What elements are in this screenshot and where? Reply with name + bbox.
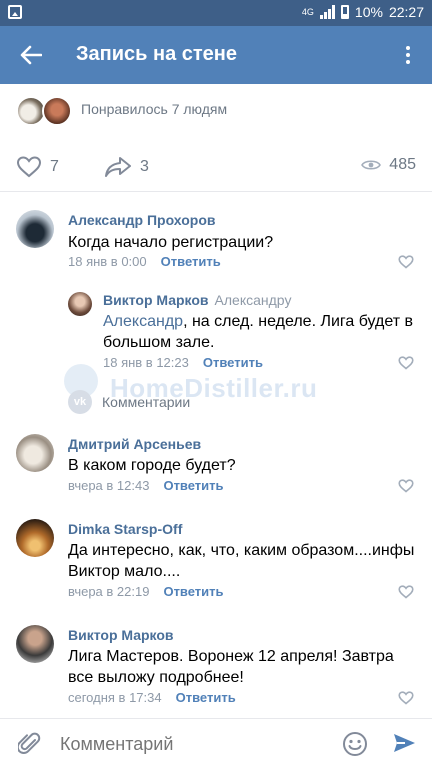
menu-dot-icon [406,53,410,57]
reply-button[interactable]: Ответить [163,584,223,599]
liked-by-text: Понравилось 7 людям [81,101,228,117]
comment: Александр Прохоров Когда начало регистра… [0,204,432,280]
reply-button[interactable]: Ответить [161,254,221,269]
commenter-name[interactable]: Александр Прохоров [68,212,215,228]
comment-meta: 18 янв в 12:23 Ответить [103,355,263,370]
status-bar: 4G 10% 22:27 [0,0,432,26]
commenter-name[interactable]: Дмитрий Арсеньев [68,436,201,452]
liked-by-row[interactable]: Понравилось 7 людям [0,84,432,136]
app-bar: Запись на стене [0,26,432,84]
more-menu-button[interactable] [398,42,418,68]
comment-like-icon[interactable] [398,479,414,493]
attach-button[interactable] [16,731,42,762]
battery-icon [340,5,349,19]
comment-text: Александр, на след. неделе. Лига будет в… [103,311,413,353]
reply-to-label[interactable]: Александру [215,292,292,308]
battery-percent: 10% [354,4,383,20]
more-comments-link[interactable]: vk Комментарии [68,390,190,414]
commenter-avatar[interactable] [68,292,92,316]
comment-like-icon[interactable] [398,691,414,705]
comment-text: Лига Мастеров. Воронеж 12 апреля! Завтра… [68,648,394,686]
post-actions: 7 3 485 [0,144,432,192]
comment-input[interactable] [60,731,340,757]
more-comments-label: Комментарии [102,394,191,410]
comment-like-icon[interactable] [398,255,414,269]
menu-dot-icon [406,60,410,64]
status-bar-right: 4G 10% 22:27 [302,4,424,20]
comment-like-icon[interactable] [398,356,414,370]
comment-meta: сегодня в 17:34 Ответить [68,690,236,705]
commenter-avatar[interactable] [16,519,54,557]
comment-time: 18 янв в 0:00 [68,254,147,269]
commenter-name[interactable]: Dimka Starsp-Off [68,521,182,537]
comment-meta: 18 янв в 0:00 Ответить [68,254,221,269]
comment: Dimka Starsp-Off Да интересно, как, что,… [0,513,432,609]
comment-time: 18 янв в 12:23 [103,355,189,370]
comment-composer [0,718,432,768]
commenter-name[interactable]: Виктор Марков [68,627,174,643]
reply-comment: Виктор Марков Александру Александр, на сл… [0,284,432,380]
comment-like-icon[interactable] [398,585,414,599]
comment-text: В каком городе будет? [68,457,236,474]
share-count: 3 [140,158,149,175]
gallery-notification-icon [8,5,22,19]
view-count: 485 [389,156,416,173]
comment-time: вчера в 12:43 [68,478,150,493]
clock: 22:27 [388,4,424,20]
page-title: Запись на стене [76,43,238,65]
share-button[interactable]: 3 [104,156,149,178]
back-button[interactable] [16,40,46,70]
menu-dot-icon [406,46,410,50]
comment: Виктор Марков Лига Мастеров. Воронеж 12 … [0,619,432,715]
views-counter: 485 [361,156,416,174]
share-arrow-icon [105,157,131,177]
comment-meta: вчера в 12:43 Ответить [68,478,224,493]
eye-icon [361,160,382,170]
commenter-name: Виктор Марков Александру [103,292,291,308]
comment-text: Да интересно, как, что, каким образом...… [68,542,415,580]
comment-time: вчера в 22:19 [68,584,150,599]
send-button[interactable] [392,731,416,760]
comment: Дмитрий Арсеньев В каком городе будет? в… [0,428,432,504]
network-type: 4G [301,6,314,17]
like-button[interactable]: 7 [16,156,59,178]
commenter-avatar[interactable] [16,625,54,663]
commenter-name-text[interactable]: Виктор Марков [103,292,209,308]
liker-avatar [42,96,72,126]
mention-link[interactable]: Александр [103,313,183,330]
heart-icon [16,156,42,178]
smile-icon [343,732,367,756]
reply-button[interactable]: Ответить [203,355,263,370]
comment-meta: вчера в 22:19 Ответить [68,584,224,599]
like-count: 7 [50,158,59,175]
paperclip-icon [16,732,41,754]
vk-logo-icon: vk [68,390,92,414]
comment-text: Когда начало регистрации? [68,234,274,251]
arrow-left-icon [20,45,42,65]
signal-icon [319,5,335,19]
commenter-avatar[interactable] [16,434,54,472]
emoji-button[interactable] [342,731,368,762]
comment-time: сегодня в 17:34 [68,690,162,705]
commenter-avatar[interactable] [16,210,54,248]
reply-button[interactable]: Ответить [176,690,236,705]
send-icon [394,734,415,752]
reply-button[interactable]: Ответить [163,478,223,493]
